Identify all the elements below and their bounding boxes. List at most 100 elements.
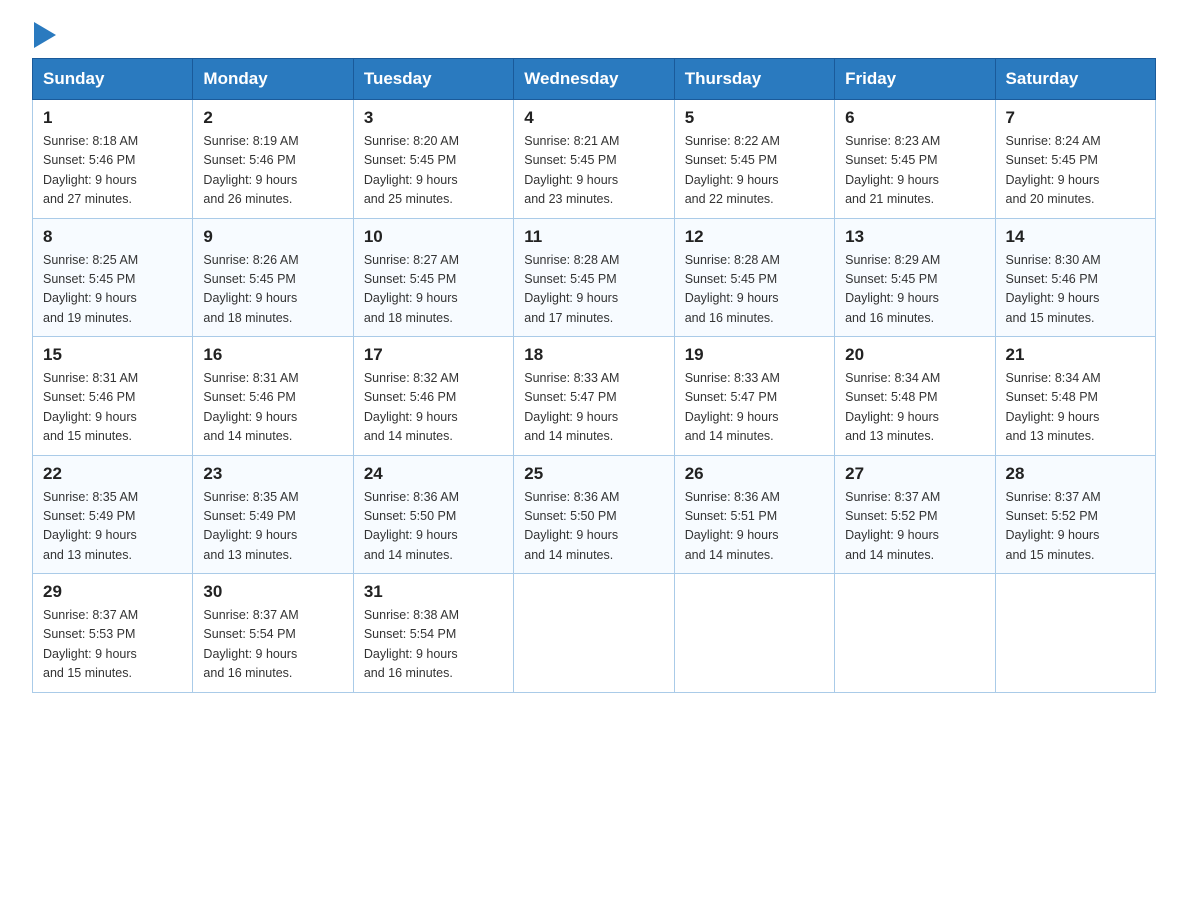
day-info: Sunrise: 8:37 AMSunset: 5:53 PMDaylight:… bbox=[43, 606, 182, 684]
day-info: Sunrise: 8:20 AMSunset: 5:45 PMDaylight:… bbox=[364, 132, 503, 210]
calendar-cell bbox=[514, 574, 674, 693]
calendar-cell: 10 Sunrise: 8:27 AMSunset: 5:45 PMDayligh… bbox=[353, 218, 513, 337]
day-number: 6 bbox=[845, 108, 984, 128]
calendar-cell: 6 Sunrise: 8:23 AMSunset: 5:45 PMDaylight… bbox=[835, 100, 995, 219]
calendar-cell: 30 Sunrise: 8:37 AMSunset: 5:54 PMDayligh… bbox=[193, 574, 353, 693]
logo-triangle-icon bbox=[34, 22, 56, 48]
day-info: Sunrise: 8:25 AMSunset: 5:45 PMDaylight:… bbox=[43, 251, 182, 329]
day-number: 20 bbox=[845, 345, 984, 365]
day-number: 1 bbox=[43, 108, 182, 128]
day-number: 7 bbox=[1006, 108, 1145, 128]
calendar-cell: 2 Sunrise: 8:19 AMSunset: 5:46 PMDaylight… bbox=[193, 100, 353, 219]
calendar-cell: 27 Sunrise: 8:37 AMSunset: 5:52 PMDayligh… bbox=[835, 455, 995, 574]
calendar-cell: 1 Sunrise: 8:18 AMSunset: 5:46 PMDaylight… bbox=[33, 100, 193, 219]
calendar-week-row: 8 Sunrise: 8:25 AMSunset: 5:45 PMDaylight… bbox=[33, 218, 1156, 337]
day-number: 3 bbox=[364, 108, 503, 128]
day-number: 9 bbox=[203, 227, 342, 247]
calendar-header-row: SundayMondayTuesdayWednesdayThursdayFrid… bbox=[33, 59, 1156, 100]
weekday-header-sunday: Sunday bbox=[33, 59, 193, 100]
calendar-cell bbox=[674, 574, 834, 693]
day-number: 22 bbox=[43, 464, 182, 484]
calendar-cell: 7 Sunrise: 8:24 AMSunset: 5:45 PMDaylight… bbox=[995, 100, 1155, 219]
day-info: Sunrise: 8:18 AMSunset: 5:46 PMDaylight:… bbox=[43, 132, 182, 210]
day-number: 24 bbox=[364, 464, 503, 484]
day-number: 26 bbox=[685, 464, 824, 484]
calendar-cell: 28 Sunrise: 8:37 AMSunset: 5:52 PMDayligh… bbox=[995, 455, 1155, 574]
day-info: Sunrise: 8:35 AMSunset: 5:49 PMDaylight:… bbox=[43, 488, 182, 566]
page-header bbox=[32, 24, 1156, 46]
weekday-header-monday: Monday bbox=[193, 59, 353, 100]
day-info: Sunrise: 8:24 AMSunset: 5:45 PMDaylight:… bbox=[1006, 132, 1145, 210]
calendar-cell: 21 Sunrise: 8:34 AMSunset: 5:48 PMDayligh… bbox=[995, 337, 1155, 456]
day-number: 11 bbox=[524, 227, 663, 247]
calendar-week-row: 22 Sunrise: 8:35 AMSunset: 5:49 PMDayligh… bbox=[33, 455, 1156, 574]
logo bbox=[32, 24, 56, 46]
calendar-cell: 9Sunrise: 8:26 AMSunset: 5:45 PMDaylight… bbox=[193, 218, 353, 337]
day-number: 23 bbox=[203, 464, 342, 484]
day-info: Sunrise: 8:36 AMSunset: 5:50 PMDaylight:… bbox=[364, 488, 503, 566]
calendar-cell: 25 Sunrise: 8:36 AMSunset: 5:50 PMDayligh… bbox=[514, 455, 674, 574]
day-number: 4 bbox=[524, 108, 663, 128]
day-number: 18 bbox=[524, 345, 663, 365]
day-number: 17 bbox=[364, 345, 503, 365]
day-number: 2 bbox=[203, 108, 342, 128]
day-number: 12 bbox=[685, 227, 824, 247]
day-info: Sunrise: 8:23 AMSunset: 5:45 PMDaylight:… bbox=[845, 132, 984, 210]
weekday-header-tuesday: Tuesday bbox=[353, 59, 513, 100]
day-info: Sunrise: 8:21 AMSunset: 5:45 PMDaylight:… bbox=[524, 132, 663, 210]
calendar-cell: 12 Sunrise: 8:28 AMSunset: 5:45 PMDayligh… bbox=[674, 218, 834, 337]
day-number: 21 bbox=[1006, 345, 1145, 365]
day-info: Sunrise: 8:28 AMSunset: 5:45 PMDaylight:… bbox=[685, 251, 824, 329]
weekday-header-friday: Friday bbox=[835, 59, 995, 100]
day-number: 16 bbox=[203, 345, 342, 365]
day-info: Sunrise: 8:28 AMSunset: 5:45 PMDaylight:… bbox=[524, 251, 663, 329]
calendar-cell: 14Sunrise: 8:30 AMSunset: 5:46 PMDayligh… bbox=[995, 218, 1155, 337]
calendar-cell: 22 Sunrise: 8:35 AMSunset: 5:49 PMDayligh… bbox=[33, 455, 193, 574]
day-info: Sunrise: 8:19 AMSunset: 5:46 PMDaylight:… bbox=[203, 132, 342, 210]
weekday-header-saturday: Saturday bbox=[995, 59, 1155, 100]
day-number: 8 bbox=[43, 227, 182, 247]
calendar-cell: 23Sunrise: 8:35 AMSunset: 5:49 PMDayligh… bbox=[193, 455, 353, 574]
calendar-cell: 18 Sunrise: 8:33 AMSunset: 5:47 PMDayligh… bbox=[514, 337, 674, 456]
day-info: Sunrise: 8:33 AMSunset: 5:47 PMDaylight:… bbox=[524, 369, 663, 447]
day-number: 29 bbox=[43, 582, 182, 602]
calendar-cell: 16 Sunrise: 8:31 AMSunset: 5:46 PMDayligh… bbox=[193, 337, 353, 456]
calendar-cell: 29 Sunrise: 8:37 AMSunset: 5:53 PMDayligh… bbox=[33, 574, 193, 693]
calendar-cell bbox=[835, 574, 995, 693]
day-number: 25 bbox=[524, 464, 663, 484]
day-number: 15 bbox=[43, 345, 182, 365]
day-number: 28 bbox=[1006, 464, 1145, 484]
day-info: Sunrise: 8:36 AMSunset: 5:50 PMDaylight:… bbox=[524, 488, 663, 566]
calendar-week-row: 15 Sunrise: 8:31 AMSunset: 5:46 PMDayligh… bbox=[33, 337, 1156, 456]
day-number: 10 bbox=[364, 227, 503, 247]
day-number: 19 bbox=[685, 345, 824, 365]
calendar-cell: 8 Sunrise: 8:25 AMSunset: 5:45 PMDaylight… bbox=[33, 218, 193, 337]
day-info: Sunrise: 8:32 AMSunset: 5:46 PMDaylight:… bbox=[364, 369, 503, 447]
day-info: Sunrise: 8:38 AMSunset: 5:54 PMDaylight:… bbox=[364, 606, 503, 684]
calendar-cell: 20Sunrise: 8:34 AMSunset: 5:48 PMDayligh… bbox=[835, 337, 995, 456]
day-info: Sunrise: 8:27 AMSunset: 5:45 PMDaylight:… bbox=[364, 251, 503, 329]
day-info: Sunrise: 8:31 AMSunset: 5:46 PMDaylight:… bbox=[203, 369, 342, 447]
calendar-table: SundayMondayTuesdayWednesdayThursdayFrid… bbox=[32, 58, 1156, 693]
calendar-week-row: 1 Sunrise: 8:18 AMSunset: 5:46 PMDaylight… bbox=[33, 100, 1156, 219]
calendar-cell: 11 Sunrise: 8:28 AMSunset: 5:45 PMDayligh… bbox=[514, 218, 674, 337]
weekday-header-wednesday: Wednesday bbox=[514, 59, 674, 100]
day-number: 27 bbox=[845, 464, 984, 484]
day-info: Sunrise: 8:31 AMSunset: 5:46 PMDaylight:… bbox=[43, 369, 182, 447]
calendar-cell: 26Sunrise: 8:36 AMSunset: 5:51 PMDayligh… bbox=[674, 455, 834, 574]
calendar-cell: 4 Sunrise: 8:21 AMSunset: 5:45 PMDaylight… bbox=[514, 100, 674, 219]
day-info: Sunrise: 8:34 AMSunset: 5:48 PMDaylight:… bbox=[1006, 369, 1145, 447]
day-info: Sunrise: 8:33 AMSunset: 5:47 PMDaylight:… bbox=[685, 369, 824, 447]
calendar-cell bbox=[995, 574, 1155, 693]
day-info: Sunrise: 8:37 AMSunset: 5:52 PMDaylight:… bbox=[845, 488, 984, 566]
day-info: Sunrise: 8:29 AMSunset: 5:45 PMDaylight:… bbox=[845, 251, 984, 329]
day-info: Sunrise: 8:37 AMSunset: 5:54 PMDaylight:… bbox=[203, 606, 342, 684]
calendar-week-row: 29 Sunrise: 8:37 AMSunset: 5:53 PMDayligh… bbox=[33, 574, 1156, 693]
calendar-cell: 31Sunrise: 8:38 AMSunset: 5:54 PMDayligh… bbox=[353, 574, 513, 693]
calendar-cell: 15 Sunrise: 8:31 AMSunset: 5:46 PMDayligh… bbox=[33, 337, 193, 456]
day-number: 30 bbox=[203, 582, 342, 602]
weekday-header-thursday: Thursday bbox=[674, 59, 834, 100]
day-info: Sunrise: 8:37 AMSunset: 5:52 PMDaylight:… bbox=[1006, 488, 1145, 566]
calendar-cell: 19 Sunrise: 8:33 AMSunset: 5:47 PMDayligh… bbox=[674, 337, 834, 456]
day-number: 5 bbox=[685, 108, 824, 128]
